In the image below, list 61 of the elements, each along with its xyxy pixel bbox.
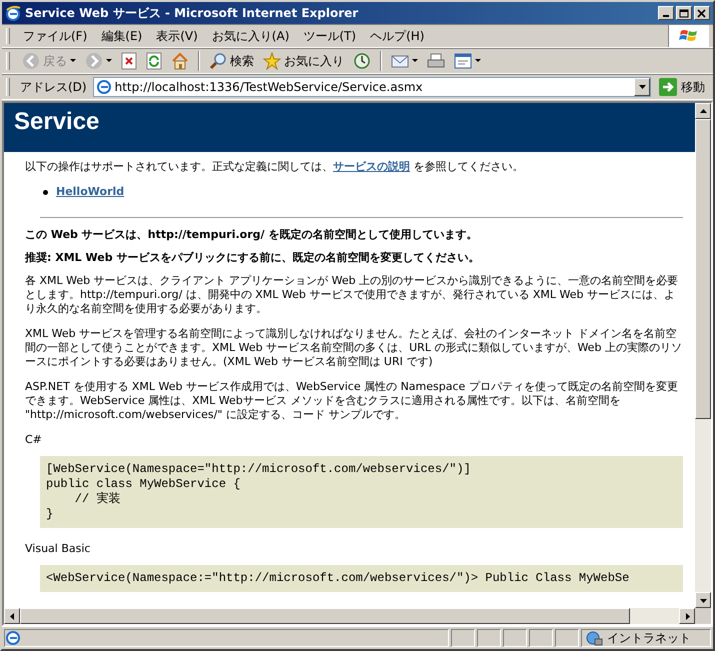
star-icon bbox=[263, 52, 281, 70]
printer-icon bbox=[427, 52, 445, 70]
paragraph-text: XML Web サービスを管理する名前空間によって識別しなければなりません。たとえば、会社のインターネット ドメイン名を名前空間の一部として使うことができます。XML Web サービス名前空間の多くは、URL の形式に類似していますが、Web 上の実際のリソースにポイントする必要はありません。(XML Web サービス名前空間は URI です) bbox=[25, 327, 683, 369]
house-icon bbox=[171, 52, 189, 70]
code-sample: <WebService(Namespace:="http://microsoft.com/webservices/")> Public Class MyWebSe bbox=[40, 565, 683, 592]
maximize-button[interactable] bbox=[676, 6, 692, 20]
menu-item[interactable]: お気に入り(A) bbox=[204, 26, 296, 46]
address-field[interactable]: http://localhost:1336/TestWebService/Service.asmx bbox=[92, 77, 651, 97]
left-arrow-icon bbox=[8, 612, 16, 620]
stop-icon bbox=[121, 52, 137, 70]
window-title: Service Web サービス - Microsoft Internet Explorer bbox=[25, 4, 360, 22]
service-description-link[interactable]: サービスの説明 bbox=[333, 160, 410, 173]
paragraph-text: ASP.NET を使用する XML Web サービス作成用では、WebService 属性の Namespace プロパティを使って既定の名前空間を変更できます。WebService 属性は、XML Webサービス メソッドを含むクラスに適用される属性です。以下は、名前空間を "http://microsoft.com/webservices/" に設定する、コード サンプルです。 bbox=[25, 380, 679, 422]
close-button[interactable] bbox=[694, 6, 710, 20]
down-arrow-icon bbox=[700, 596, 706, 604]
page-heading: Service bbox=[4, 103, 695, 152]
search-icon bbox=[209, 52, 227, 70]
status-panel bbox=[477, 629, 501, 647]
favorites-button[interactable]: お気に入り bbox=[260, 51, 347, 71]
caret-icon bbox=[106, 59, 112, 63]
minimize-button[interactable] bbox=[658, 6, 674, 20]
go-button[interactable]: 移動 bbox=[655, 78, 709, 96]
document-icon bbox=[454, 52, 472, 70]
status-panel bbox=[503, 629, 527, 647]
caret-icon bbox=[70, 59, 76, 63]
status-panel bbox=[451, 629, 475, 647]
namespace-notice: この Web サービスは、http://tempuri.org/ を既定の名前空間として使用しています。 bbox=[25, 228, 478, 242]
right-arrow-icon bbox=[684, 612, 690, 620]
search-button[interactable]: 検索 bbox=[206, 51, 257, 71]
caret-icon bbox=[475, 59, 481, 63]
paragraph-text: 各 XML Web サービスは、クライアント アプリケーションが Web 上の別のサービスから識別できるように、一意の名前空間を必要とします。http://tempuri.org/ は、開発中の XML Web サービスで使用できますが、発行されている XML Web サービスには、より永久的な名前空間を使用する必要があります。 bbox=[25, 274, 680, 316]
operation-link[interactable]: HelloWorld bbox=[56, 185, 124, 199]
ie-logo-icon bbox=[5, 5, 21, 21]
ie-page-icon bbox=[5, 630, 21, 646]
menu-item[interactable]: ファイル(F) bbox=[16, 26, 94, 46]
menu-item[interactable]: ヘルプ(H) bbox=[363, 26, 432, 46]
ie-page-icon bbox=[96, 79, 112, 95]
maximize-icon bbox=[679, 8, 689, 18]
status-panel bbox=[555, 629, 579, 647]
vertical-scrollbar[interactable] bbox=[695, 103, 711, 608]
refresh-icon bbox=[146, 52, 162, 70]
address-label: アドレス(D) bbox=[20, 78, 88, 96]
zone-panel: イントラネット bbox=[581, 629, 711, 647]
clock-icon bbox=[353, 52, 371, 70]
minimize-icon bbox=[663, 15, 669, 17]
horizontal-scrollbar[interactable] bbox=[4, 608, 695, 624]
status-panel bbox=[529, 629, 553, 647]
menu-item[interactable]: ツール(T) bbox=[296, 26, 364, 46]
intro-text: 以下の操作はサポートされています。正式な定義に関しては、サービスの説明 を参照してください。 bbox=[25, 160, 524, 174]
language-label: C# bbox=[25, 433, 43, 447]
menu-item[interactable]: 編集(E) bbox=[94, 26, 150, 46]
language-label: Visual Basic bbox=[25, 542, 92, 556]
caret-icon bbox=[412, 59, 418, 63]
code-sample: [WebService(Namespace="http://microsoft.com/webservices/")] public class MyWebService { // 実装 } bbox=[40, 456, 683, 528]
close-icon bbox=[697, 8, 707, 18]
bullet-icon bbox=[43, 190, 48, 194]
globe-icon bbox=[585, 630, 603, 646]
dropdown-arrow-icon bbox=[638, 85, 646, 89]
menu-item[interactable]: 表示(V) bbox=[149, 26, 205, 46]
up-arrow-icon bbox=[700, 108, 706, 114]
recommendation-text: 推奨: XML Web サービスをパブリックにする前に、既定の名前空間を変更してください。 bbox=[25, 251, 480, 265]
